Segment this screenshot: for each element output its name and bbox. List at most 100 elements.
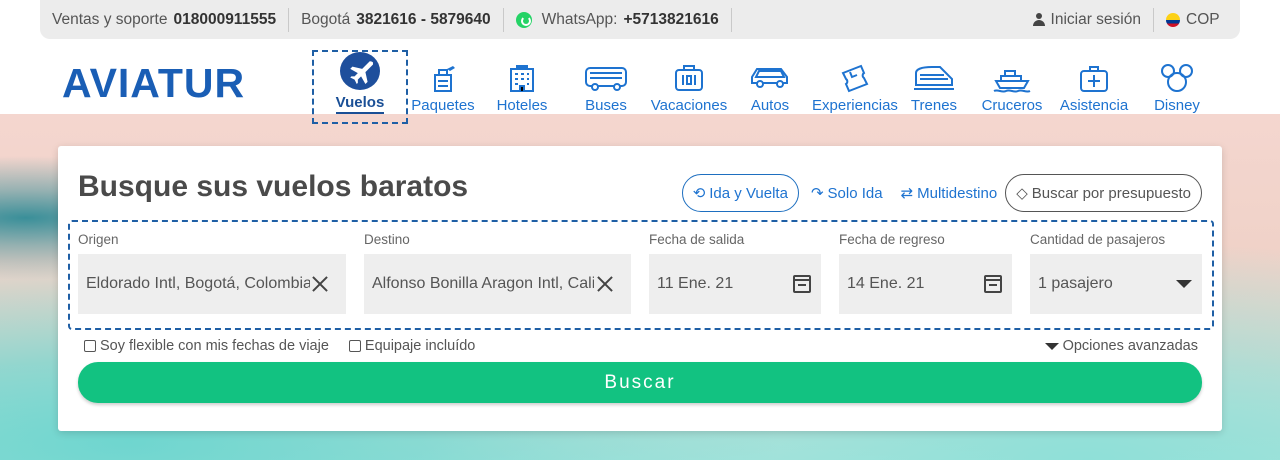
- passengers-field: Cantidad de pasajeros 1 pasajero: [1030, 232, 1202, 314]
- mickey-icon: [1161, 63, 1193, 93]
- nav-label: Paquetes: [411, 97, 475, 114]
- flight-search-card: Busque sus vuelos baratos ⟲ Ida y Vuelta…: [58, 146, 1222, 431]
- departure-input[interactable]: 11 Ene. 21: [649, 254, 821, 314]
- return-value: 14 Ene. 21: [847, 275, 925, 292]
- nav-label: Vuelos: [335, 94, 385, 114]
- search-title: Busque sus vuelos baratos: [78, 170, 469, 203]
- login-label[interactable]: Iniciar sesión: [1051, 11, 1141, 29]
- nav-label: Experiencias: [812, 97, 898, 114]
- baggage-included-checkbox[interactable]: Equipaje incluído: [348, 338, 476, 354]
- nav-item-disney[interactable]: Disney: [1130, 50, 1224, 116]
- colombia-flag-icon: [1166, 12, 1180, 27]
- clear-origin-icon[interactable]: [312, 276, 328, 292]
- user-icon: [1032, 13, 1045, 26]
- city-phones: Bogotá 3821616 - 5879640: [289, 7, 504, 32]
- nav-item-trenes[interactable]: Trenes: [902, 50, 966, 116]
- flexible-dates-checkbox[interactable]: Soy flexible con mis fechas de viaje: [84, 338, 329, 354]
- tag-icon: ◇: [1016, 185, 1028, 202]
- car-icon: [749, 63, 791, 93]
- departure-label: Fecha de salida: [649, 232, 745, 247]
- tickets-icon: [839, 63, 871, 93]
- origin-label: Origen: [78, 232, 119, 247]
- train-icon: [912, 63, 956, 93]
- nav-label: Hoteles: [496, 97, 548, 114]
- package-icon: [427, 63, 459, 93]
- nav-item-hoteles[interactable]: Hoteles: [478, 50, 566, 116]
- whatsapp-label: WhatsApp:: [541, 10, 618, 28]
- clear-destination-icon[interactable]: [597, 276, 613, 292]
- nav-item-experiencias[interactable]: Experiencias: [808, 50, 902, 116]
- nav-label: Trenes: [910, 97, 958, 114]
- return-field: Fecha de regreso 14 Ene. 21: [839, 232, 1012, 314]
- search-button[interactable]: Buscar: [78, 362, 1202, 403]
- whatsapp-contact[interactable]: WhatsApp: +5713821616: [504, 7, 732, 32]
- checkbox-icon[interactable]: [84, 340, 96, 352]
- budget-search-option[interactable]: ◇ Buscar por presupuesto: [1005, 174, 1202, 212]
- product-nav: Vuelos Paquetes Hoteles Buses Vacaciones…: [312, 50, 1224, 124]
- caret-down-icon: [1044, 342, 1059, 350]
- advanced-options-toggle[interactable]: Opciones avanzadas: [1044, 338, 1198, 354]
- nav-label: Vacaciones: [650, 97, 728, 114]
- city-phone-numbers[interactable]: 3821616 - 5879640: [356, 11, 490, 29]
- multi-destination-label: Multidestino: [917, 184, 998, 202]
- nav-item-vuelos[interactable]: Vuelos: [312, 50, 408, 124]
- return-input[interactable]: 14 Ene. 21: [839, 254, 1012, 314]
- calendar-icon[interactable]: [984, 275, 1002, 293]
- hotel-icon: [506, 63, 538, 93]
- round-trip-label: Ida y Vuelta: [709, 184, 788, 202]
- calendar-icon[interactable]: [793, 275, 811, 293]
- whatsapp-icon: [515, 11, 532, 28]
- city-label: Bogotá: [301, 10, 351, 28]
- nav-label: Cruceros: [981, 97, 1043, 114]
- round-trip-icon: ⟲: [692, 185, 706, 202]
- return-label: Fecha de regreso: [839, 232, 945, 247]
- search-form: Origen Eldorado Intl, Bogotá, Colombia D…: [68, 220, 1214, 330]
- passengers-value: 1 pasajero: [1038, 275, 1113, 292]
- nav-item-asistencia[interactable]: Asistencia: [1058, 50, 1130, 116]
- whatsapp-phone[interactable]: +5713821616: [623, 11, 718, 29]
- one-way-icon: ↷: [810, 185, 824, 202]
- ship-icon: [992, 63, 1032, 93]
- nav-item-buses[interactable]: Buses: [566, 50, 646, 116]
- nav-item-cruceros[interactable]: Cruceros: [966, 50, 1058, 116]
- multi-destination-option[interactable]: ⇄ Multidestino: [900, 184, 998, 203]
- destination-value: Alfonso Bonilla Aragon Intl, Cali, Colom…: [372, 275, 594, 292]
- sales-label: Ventas y soporte: [52, 10, 168, 28]
- chevron-down-icon: [1176, 280, 1192, 288]
- nav-label: Buses: [585, 97, 627, 114]
- destination-input[interactable]: Alfonso Bonilla Aragon Intl, Cali, Colom…: [364, 254, 631, 314]
- first-aid-icon: [1078, 63, 1110, 93]
- budget-search-label: Buscar por presupuesto: [1031, 184, 1191, 202]
- nav-label: Disney: [1154, 97, 1200, 114]
- nav-item-paquetes[interactable]: Paquetes: [408, 50, 478, 116]
- destination-field: Destino Alfonso Bonilla Aragon Intl, Cal…: [364, 232, 631, 314]
- destination-label: Destino: [364, 232, 410, 247]
- baggage-included-label: Equipaje incluído: [364, 338, 476, 354]
- round-trip-option[interactable]: ⟲ Ida y Vuelta: [681, 174, 799, 212]
- departure-field: Fecha de salida 11 Ene. 21: [649, 232, 821, 314]
- nav-label: Asistencia: [1059, 97, 1129, 114]
- origin-field: Origen Eldorado Intl, Bogotá, Colombia: [78, 232, 346, 314]
- origin-input[interactable]: Eldorado Intl, Bogotá, Colombia: [78, 254, 346, 314]
- nav-item-vacaciones[interactable]: Vacaciones: [646, 50, 732, 116]
- currency-selector[interactable]: COP: [1154, 8, 1240, 32]
- passengers-label: Cantidad de pasajeros: [1030, 232, 1166, 247]
- multi-destination-icon: ⇄: [900, 185, 914, 202]
- one-way-option[interactable]: ↷ Solo Ida: [810, 184, 883, 203]
- passengers-select[interactable]: 1 pasajero: [1030, 254, 1202, 314]
- aviatur-logo[interactable]: AVIATUR: [62, 60, 245, 107]
- flexible-dates-label: Soy flexible con mis fechas de viaje: [100, 338, 329, 354]
- nav-label: Autos: [750, 97, 790, 114]
- airplane-icon: [340, 52, 380, 90]
- top-utility-bar: Ventas y soporte 018000911555 Bogotá 382…: [40, 0, 1240, 39]
- login-link[interactable]: Iniciar sesión: [1021, 7, 1154, 32]
- search-options: Soy flexible con mis fechas de viaje Equ…: [84, 338, 495, 354]
- advanced-options-label: Opciones avanzadas: [1062, 338, 1198, 354]
- bus-icon: [584, 63, 628, 93]
- one-way-label: Solo Ida: [827, 184, 883, 202]
- currency-label[interactable]: COP: [1186, 11, 1220, 29]
- checkbox-icon[interactable]: [348, 340, 361, 352]
- nav-item-autos[interactable]: Autos: [732, 50, 808, 116]
- sales-phone[interactable]: 018000911555: [173, 11, 276, 29]
- suitcase-icon: [673, 63, 705, 93]
